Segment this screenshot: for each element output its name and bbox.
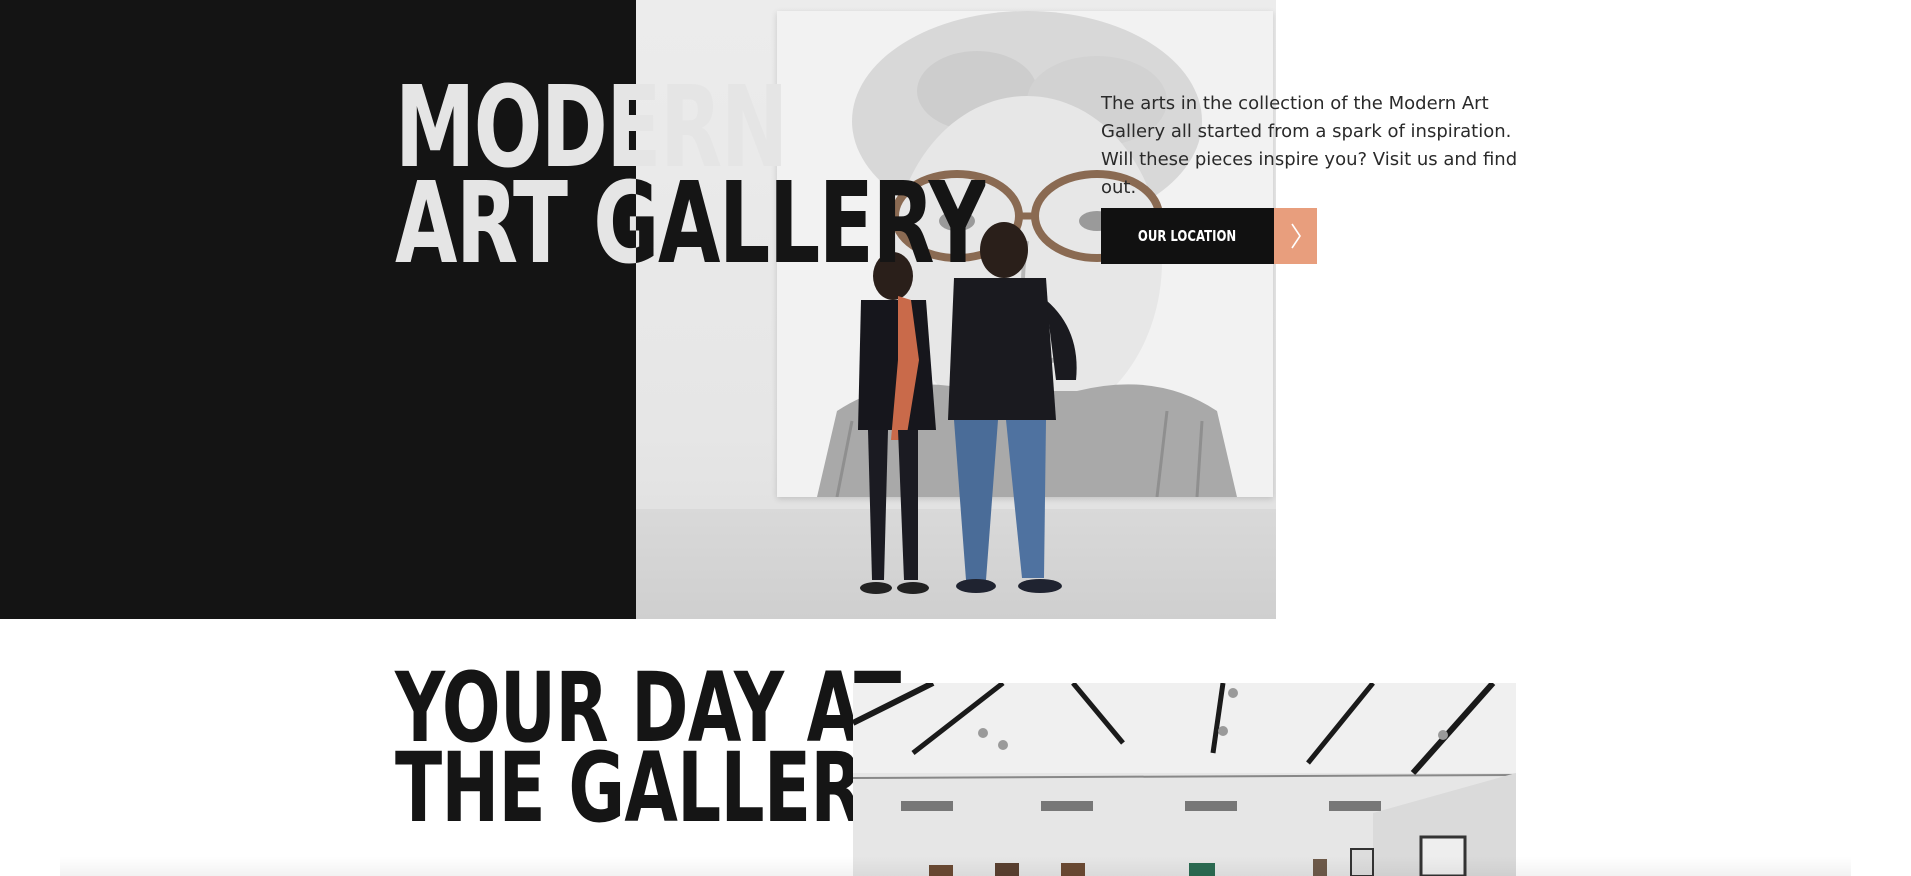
our-location-button[interactable]: OUR LOCATION [1101, 208, 1317, 264]
section-title-line-2: THE GALLERY [395, 732, 909, 844]
section-title: YOUR DAY AT THE GALLERY [395, 660, 909, 844]
chevron-right-icon[interactable] [1274, 208, 1317, 264]
hero-title: MODERN ART GALLERY [395, 72, 987, 289]
our-location-label[interactable]: OUR LOCATION [1138, 227, 1236, 245]
hero-title-line-2: ART GALLERY [395, 159, 987, 289]
hero-description: The arts in the collection of the Modern… [1101, 93, 1518, 198]
gallery-interior-photo [853, 683, 1516, 876]
our-location-button-label-box[interactable]: OUR LOCATION [1101, 208, 1274, 264]
page: MODERN ART GALLERY The arts in the colle… [0, 0, 1911, 876]
